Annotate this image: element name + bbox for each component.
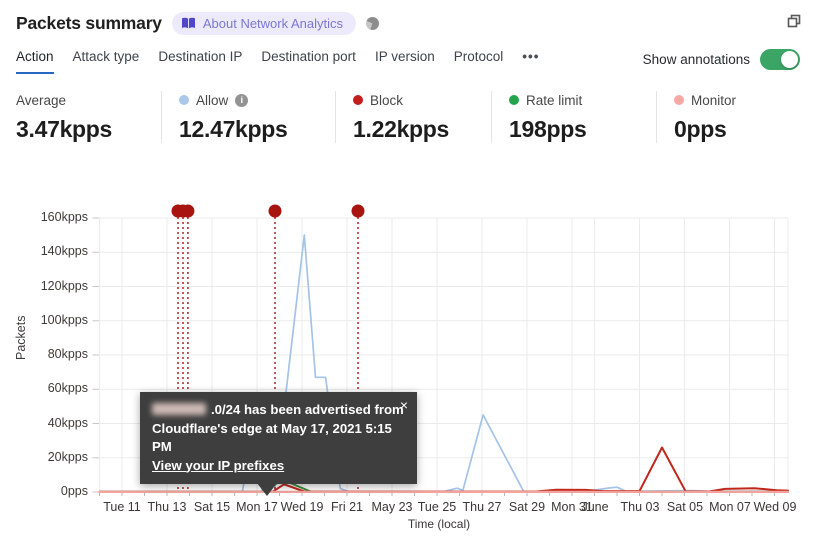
annotation-dot[interactable] xyxy=(268,204,282,218)
show-annotations-toggle[interactable] xyxy=(760,49,800,70)
y-tick-label: 140kpps xyxy=(40,244,88,258)
header: Packets summary About Network Analytics xyxy=(0,0,816,35)
tab-attack-type[interactable]: Attack type xyxy=(73,49,140,72)
book-icon xyxy=(181,17,196,30)
allow-legend-dot xyxy=(179,95,189,105)
stat-allow: Allow i 12.47kpps xyxy=(161,91,335,143)
y-tick-label: 20kpps xyxy=(47,450,88,464)
show-annotations-label: Show annotations xyxy=(642,52,750,67)
about-network-analytics-badge[interactable]: About Network Analytics xyxy=(171,12,357,35)
stat-rate-limit: Rate limit 198pps xyxy=(491,91,656,143)
stat-block: Block 1.22kpps xyxy=(335,91,491,143)
tab-action[interactable]: Action xyxy=(16,49,54,74)
stat-value: 198pps xyxy=(509,116,587,142)
stat-label: Monitor xyxy=(691,92,737,108)
x-axis-title: Time (local) xyxy=(407,517,471,531)
stat-value: 0pps xyxy=(674,116,727,142)
stat-value: 1.22kpps xyxy=(353,116,450,142)
stat-label: Rate limit xyxy=(526,92,583,108)
redacted-ip-prefix xyxy=(152,403,206,415)
info-icon[interactable]: i xyxy=(235,93,249,107)
x-tick-label: Wed 09 xyxy=(753,500,797,514)
stat-monitor: Monitor 0pps xyxy=(656,91,812,143)
y-tick-label: 60kpps xyxy=(47,381,88,395)
tab-destination-ip[interactable]: Destination IP xyxy=(158,49,242,72)
tooltip-caret xyxy=(257,483,277,496)
tab-protocol[interactable]: Protocol xyxy=(454,49,504,72)
y-tick-label: 80kpps xyxy=(47,347,88,361)
page-title: Packets summary xyxy=(16,13,162,33)
view-ip-prefixes-link[interactable]: View your IP prefixes xyxy=(152,458,284,473)
tab-bar: Action Attack type Destination IP Destin… xyxy=(0,35,816,74)
monitor-legend-dot xyxy=(674,95,684,105)
y-tick-label: 100kpps xyxy=(40,313,88,327)
stat-label: Average xyxy=(16,92,67,108)
annotation-dot[interactable] xyxy=(181,204,195,218)
y-tick-label: 160kpps xyxy=(40,210,88,224)
stat-average: Average 3.47kpps xyxy=(16,91,161,143)
rate-limit-legend-dot xyxy=(509,95,519,105)
y-tick-label: 40kpps xyxy=(47,416,88,430)
badge-label: About Network Analytics xyxy=(202,16,344,31)
close-icon[interactable]: × xyxy=(400,396,408,415)
data-freshness-pie-icon[interactable] xyxy=(366,17,380,30)
stat-value: 12.47kpps xyxy=(179,116,288,142)
tooltip-line2: Cloudflare's edge at May 17, 2021 5:15 P… xyxy=(152,420,392,455)
chart-plot-area xyxy=(92,204,790,496)
tab-ip-version[interactable]: IP version xyxy=(375,49,435,72)
stat-label: Block xyxy=(370,92,404,108)
annotation-tooltip: × .0/24 has been advertised from Cloudfl… xyxy=(140,392,417,496)
stats-row: Average 3.47kpps Allow i 12.47kpps Block… xyxy=(0,91,816,143)
stat-label: Allow xyxy=(196,92,229,108)
tab-destination-port[interactable]: Destination port xyxy=(261,49,356,72)
packets-summary-panel: Packets summary About Network Analytics … xyxy=(0,0,816,545)
popout-icon[interactable] xyxy=(786,13,802,29)
annotation-dot[interactable] xyxy=(351,204,365,218)
stat-value: 3.47kpps xyxy=(16,116,113,142)
annotations-control: Show annotations xyxy=(643,49,800,70)
more-tabs-button[interactable]: ••• xyxy=(522,49,539,72)
block-legend-dot xyxy=(353,95,363,105)
toggle-knob xyxy=(781,51,798,68)
tooltip-line1: .0/24 has been advertised from xyxy=(152,401,405,420)
y-tick-label: 0pps xyxy=(60,484,88,498)
y-tick-label: 120kpps xyxy=(40,279,88,293)
packets-time-series-chart: Packets Time (local) 160kpps 140kpps 120kp… xyxy=(0,195,816,545)
